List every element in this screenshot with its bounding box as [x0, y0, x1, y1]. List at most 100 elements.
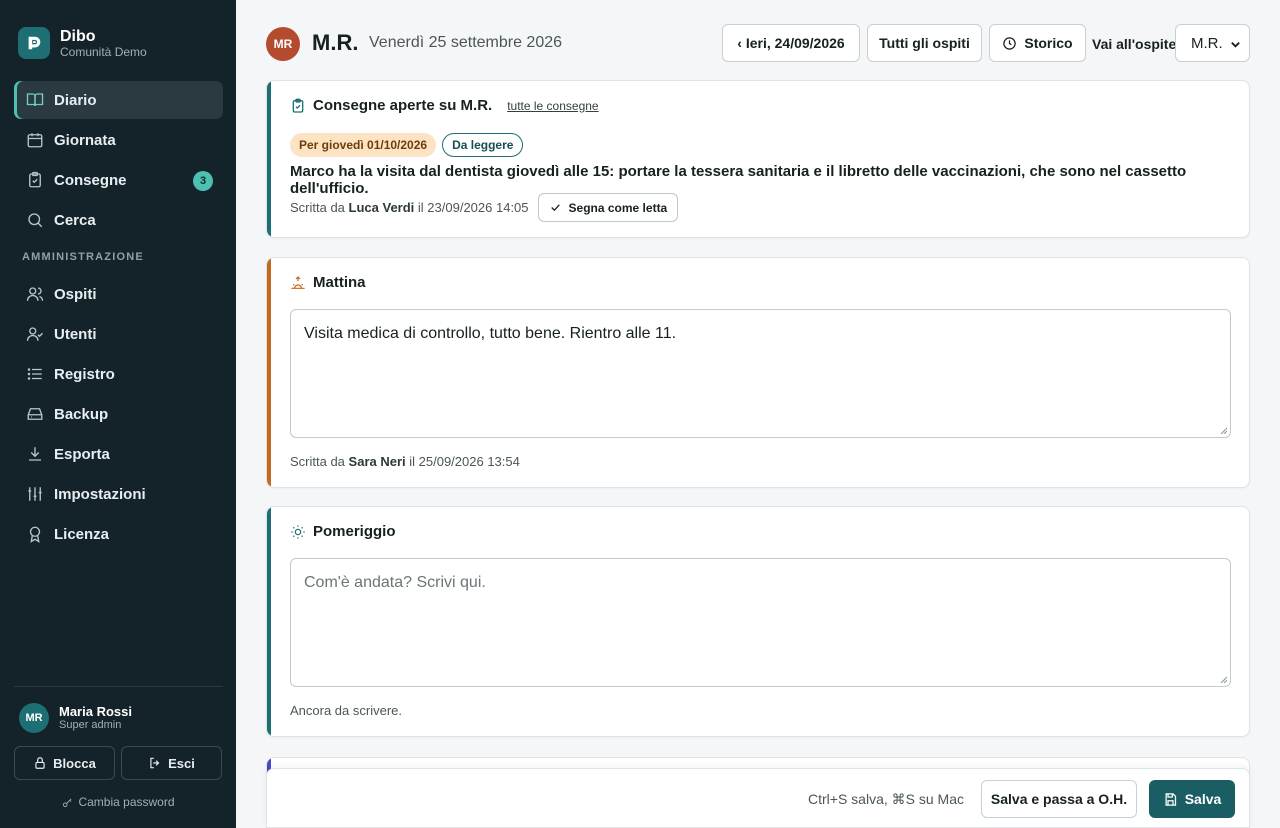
user-role: Super admin — [59, 719, 122, 731]
due-date-badge: Per giovedì 01/10/2026 — [290, 133, 437, 157]
afternoon-placeholder: Com'è andata? Scrivi qui. — [304, 574, 486, 591]
chevron-down-icon — [1231, 42, 1240, 48]
morning-card: Mattina Visita medica di controllo, tutt… — [266, 257, 1250, 488]
nav-item-backup[interactable]: Backup — [14, 395, 223, 433]
previous-day-button[interactable]: ‹ Ieri, 24/09/2026 — [722, 24, 860, 62]
nav-item-label: Backup — [54, 405, 109, 423]
user-name: Maria Rossi — [59, 704, 132, 719]
avatar: MR — [19, 703, 49, 733]
calendar-icon — [27, 133, 43, 148]
save-bar: Ctrl+S salva, ⌘S su Mac Salva e passa a … — [266, 768, 1250, 828]
hard-drive-icon — [27, 408, 43, 420]
logout-button[interactable]: Esci — [121, 746, 222, 780]
lock-button-label: Blocca — [53, 755, 96, 771]
goto-guest-value: M.R. — [1191, 34, 1223, 52]
nav-item-utenti[interactable]: Utenti — [14, 315, 223, 353]
user-check-icon — [26, 327, 43, 341]
all-guests-button[interactable]: Tutti gli ospiti — [867, 24, 982, 62]
handover-title: Consegne aperte su M.R. — [313, 97, 493, 114]
lock-icon — [35, 757, 45, 769]
shortcut-hint: Ctrl+S salva, ⌘S su Mac — [808, 791, 964, 807]
nav-item-ospiti[interactable]: Ospiti — [14, 275, 223, 313]
check-icon — [550, 204, 560, 212]
download-icon — [29, 447, 41, 461]
sunrise-icon — [291, 275, 305, 289]
nav-item-label: Giornata — [54, 131, 116, 149]
nav-item-label: Registro — [54, 365, 115, 383]
sliders-icon — [28, 487, 42, 501]
previous-day-label: ‹ Ieri, 24/09/2026 — [737, 35, 845, 51]
history-button[interactable]: Storico — [989, 24, 1086, 62]
morning-author: Sara Neri — [348, 454, 406, 469]
save-label: Salva — [1184, 791, 1222, 807]
afternoon-status: Ancora da scrivere. — [290, 703, 402, 718]
nav-item-consegne[interactable]: Consegne 3 — [14, 161, 223, 199]
nav-item-label: Diario — [54, 91, 97, 109]
save-button[interactable]: Salva — [1149, 780, 1235, 818]
guest-avatar: MR — [266, 27, 300, 61]
save-and-next-button[interactable]: Salva e passa a O.H. — [981, 780, 1137, 818]
current-user: MR Maria Rossi Super admin — [14, 703, 223, 733]
afternoon-textarea[interactable]: Com'è andata? Scrivi qui. — [290, 558, 1231, 687]
handover-meta-date: il 23/09/2026 14:05 — [417, 200, 529, 215]
sidebar: Dibo Comunità Demo Diario Giornata Conse… — [0, 0, 236, 828]
page-header: MR M.R. Venerdì 25 settembre 2026 ‹ Ieri… — [266, 24, 1250, 62]
status-badge: Da leggere — [442, 133, 524, 157]
nav-item-label: Impostazioni — [54, 485, 146, 503]
morning-meta-date: il 25/09/2026 13:54 — [409, 454, 520, 469]
main-nav: Diario Giornata Consegne 3 Cerca AMMINIS… — [14, 81, 223, 555]
consegne-count-badge: 3 — [193, 171, 213, 191]
clipboard-icon — [29, 171, 41, 188]
save-and-next-label: Salva e passa a O.H. — [990, 791, 1128, 807]
award-icon — [29, 526, 41, 543]
key-icon — [63, 798, 72, 807]
nav-section-admin: AMMINISTRAZIONE — [22, 251, 144, 263]
nav-item-cerca[interactable]: Cerca — [14, 201, 223, 239]
sun-icon — [291, 524, 305, 539]
logout-icon — [150, 757, 160, 769]
goto-guest-select[interactable]: M.R. — [1175, 24, 1250, 62]
morning-title: Mattina — [313, 274, 366, 291]
morning-textarea[interactable]: Visita medica di controllo, tutto bene. … — [290, 309, 1231, 438]
nav-item-impostazioni[interactable]: Impostazioni — [14, 475, 223, 513]
logout-button-label: Esci — [168, 755, 195, 771]
brand-subtitle: Comunità Demo — [60, 44, 147, 59]
afternoon-card-title: Pomeriggio — [290, 523, 396, 540]
change-password-label: Cambia password — [78, 795, 175, 809]
nav-item-licenza[interactable]: Licenza — [14, 515, 223, 553]
nav-item-label: Licenza — [54, 525, 110, 543]
users-icon — [26, 287, 44, 301]
handover-text: Marco ha la visita dal dentista giovedì … — [290, 163, 1187, 197]
handover-meta: Scritta da Luca Verdi il 23/09/2026 14:0… — [290, 200, 529, 215]
open-handovers-card: Consegne aperte su M.R. tutte le consegn… — [266, 80, 1250, 238]
all-handovers-link[interactable]: tutte le consegne — [507, 99, 598, 113]
nav-item-diario[interactable]: Diario — [14, 81, 223, 119]
morning-meta-prefix: Scritta da — [290, 454, 345, 469]
nav-item-giornata[interactable]: Giornata — [14, 121, 223, 159]
nav-item-label: Esporta — [54, 445, 110, 463]
clipboard-check-icon — [292, 98, 304, 113]
goto-guest-label: Vai all'ospite — [1092, 36, 1177, 52]
change-password-link[interactable]: Cambia password — [14, 795, 223, 809]
brand[interactable]: Dibo Comunità Demo — [18, 27, 147, 59]
nav-item-esporta[interactable]: Esporta — [14, 435, 223, 473]
page-title: M.R. — [312, 30, 359, 55]
nav-item-registro[interactable]: Registro — [14, 355, 223, 393]
resize-handle-icon[interactable] — [1219, 675, 1227, 683]
history-label: Storico — [1024, 35, 1073, 51]
morning-text-value: Visita medica di controllo, tutto bene. … — [304, 325, 677, 342]
afternoon-title: Pomeriggio — [313, 523, 396, 540]
nav-item-label: Consegne — [54, 171, 127, 189]
clock-icon — [1003, 36, 1017, 50]
lock-button[interactable]: Blocca — [14, 746, 115, 780]
mark-as-read-button[interactable]: Segna come letta — [537, 193, 679, 222]
morning-card-title: Mattina — [290, 274, 366, 291]
nav-item-label: Cerca — [54, 211, 96, 229]
nav-item-label: Ospiti — [54, 285, 97, 303]
resize-handle-icon[interactable] — [1219, 426, 1227, 434]
brand-name: Dibo — [60, 27, 96, 45]
floppy-disk-icon — [1165, 792, 1176, 806]
afternoon-card: Pomeriggio Com'è andata? Scrivi qui. Anc… — [266, 506, 1250, 737]
all-guests-label: Tutti gli ospiti — [879, 35, 970, 51]
morning-meta: Scritta da Sara Neri il 25/09/2026 13:54 — [290, 454, 520, 469]
